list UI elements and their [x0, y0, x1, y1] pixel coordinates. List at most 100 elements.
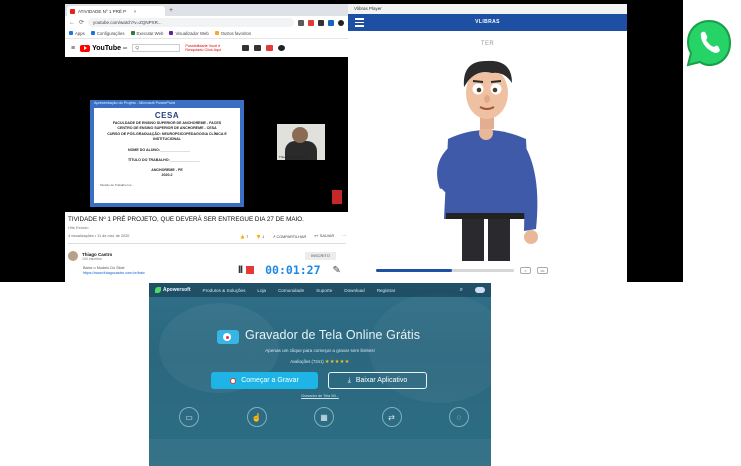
current-sign-word: TER: [480, 41, 495, 47]
subscribe-button[interactable]: INSCRITO: [304, 252, 336, 260]
search-icon[interactable]: ⌕: [460, 287, 463, 294]
nav-item[interactable]: Produtos & Soluções: [203, 288, 246, 293]
nav-item[interactable]: Suporte: [316, 288, 332, 293]
address-row: ← ⟳ youtube.com/watch?v=ZQNPXR...: [65, 16, 348, 29]
vlibras-progress-bar[interactable]: [375, 269, 514, 272]
extension-icon[interactable]: [318, 19, 324, 26]
subtitle-button[interactable]: cc: [536, 267, 548, 274]
nav-item[interactable]: Download: [344, 288, 364, 293]
bookmark-item[interactable]: Apps: [69, 31, 85, 36]
doc-line: FACULDADE DE ENSINO SUPERIOR DE ANCHOREM…: [112, 121, 222, 125]
youtube-favicon-icon: [70, 8, 75, 14]
channel-avatar[interactable]: [68, 251, 78, 261]
more-icon[interactable]: ···: [342, 234, 346, 239]
vlibras-window-title: Vlibras Player: [348, 4, 627, 14]
dislike-button[interactable]: 👎 1: [256, 234, 264, 239]
pause-button[interactable]: II: [238, 264, 243, 276]
avatar-belt: [446, 213, 530, 219]
like-button[interactable]: 👍 7: [240, 234, 248, 239]
browser-tab[interactable]: ATIVIDADE Nº 1 PRÉ P ×: [67, 6, 165, 16]
bookmark-item[interactable]: Outros favoritos: [214, 31, 251, 36]
youtube-alert-text[interactable]: Possibilidade Você é Resquiado Click Aqu…: [185, 44, 237, 52]
record-icon: [230, 377, 237, 384]
video-subtitle[interactable]: Hits Estudo: [68, 225, 88, 230]
extension-icon[interactable]: [328, 19, 334, 26]
nav-item[interactable]: Comunidade: [278, 288, 304, 293]
notifications-icon[interactable]: [266, 45, 274, 51]
feature-calendar-icon: ▦: [314, 407, 334, 427]
bottom-band: [149, 439, 491, 466]
avatar-pupil: [476, 87, 482, 93]
save-button[interactable]: ≡+ SALVAR: [314, 234, 334, 239]
avatar-hand: [524, 230, 538, 244]
video-actions: 👍 7 👎 1 ↗ COMPARTILHAR ≡+ SALVAR ···: [240, 234, 346, 239]
back-icon[interactable]: ←: [69, 20, 75, 26]
avatar[interactable]: [278, 45, 286, 51]
small-link[interactable]: Gravador de Tela Wi...: [149, 394, 491, 398]
vlibras-controls: ✋ × cc: [348, 261, 627, 280]
extension-icon[interactable]: [308, 19, 314, 26]
recording-timer: 00:01:27: [265, 263, 321, 277]
download-app-button[interactable]: ⤓ Baixar Aplicativo: [328, 372, 427, 389]
tab-close-icon[interactable]: ×: [129, 9, 141, 14]
feature-like-icon: ☝: [246, 407, 267, 427]
recorder-website: Apowersoft Produtos & Soluções Loja Comu…: [149, 283, 491, 466]
vlibras-brand: VLIBRAS: [475, 19, 500, 25]
share-button[interactable]: ↗ COMPARTILHAR: [272, 234, 306, 239]
video-views-date: 4 visualizações • 11 de mai. de 2020: [68, 234, 130, 238]
doc-field-name: NOME DO ALUNO:_______________: [128, 147, 190, 152]
speed-button[interactable]: ×: [519, 267, 531, 274]
nav-item[interactable]: Loja: [257, 288, 266, 293]
sign-language-avatar: [437, 60, 538, 261]
feature-icons: ▭ ☝ ▦ ⇄ ◌: [179, 407, 469, 427]
doc-city: ANCHOREME - PE: [151, 167, 183, 172]
hero-title: Gravador de Tela Online Grátis: [245, 328, 421, 342]
extension-icon[interactable]: [298, 19, 304, 26]
reload-icon[interactable]: ⟳: [79, 19, 84, 26]
cesa-logo: CESA: [154, 111, 180, 120]
avatar-nose: [484, 95, 490, 103]
feature-chat-icon: ◌: [449, 407, 469, 427]
screen: ATIVIDADE Nº 1 PRÉ P × + ← ⟳ youtube.com…: [0, 0, 741, 466]
description-link[interactable]: https://www.thiagocastro.com.br/baix: [83, 271, 145, 276]
bookmark-item[interactable]: Configurações: [90, 31, 125, 36]
new-tab-button[interactable]: +: [169, 6, 173, 16]
screen-recorder-icon: [217, 330, 239, 344]
channel-watermark: [332, 190, 342, 204]
doc-note: Modelo de Trabalho Ins...: [100, 183, 134, 188]
download-icon: ⤓: [347, 376, 351, 384]
avatar-pupil: [492, 87, 498, 93]
youtube-header: ≡ YouTube BR Q Possibilidade Você é Resq…: [65, 39, 348, 57]
vlibras-progress-fill: [375, 269, 452, 272]
youtube-logo[interactable]: YouTube BR: [80, 44, 127, 52]
vlibras-header: VLIBRAS: [348, 14, 627, 31]
language-toggle[interactable]: [475, 287, 485, 293]
doc-field-title: TÍTULO DO TRABALHO:_______________: [128, 157, 200, 162]
stop-button[interactable]: [246, 266, 255, 274]
tab-bar: ATIVIDADE Nº 1 PRÉ P × +: [65, 4, 348, 16]
address-bar[interactable]: youtube.com/watch?v=ZQNPXR...: [88, 18, 294, 27]
profile-avatar[interactable]: [338, 19, 344, 26]
menu-icon[interactable]: ≡: [71, 45, 75, 52]
bookmark-item[interactable]: Executar Web: [130, 31, 163, 36]
pen-icon[interactable]: ✎: [333, 265, 341, 276]
video-player[interactable]: Apresentação do Projeto - Microsoft Powe…: [65, 57, 348, 212]
channel-subscribers: 100 inscritos: [82, 256, 102, 261]
youtube-search-input[interactable]: Q: [132, 44, 181, 52]
doc-line: INSTITUCIONAL: [153, 137, 181, 142]
create-video-icon[interactable]: [242, 45, 250, 51]
site-logo[interactable]: Apowersoft: [155, 287, 191, 293]
screen-recorder-controls: II 00:01:27 ✎: [230, 260, 372, 280]
start-recording-button[interactable]: Começar a Gravar: [211, 372, 318, 389]
apps-icon[interactable]: [254, 45, 262, 51]
site-nav: Apowersoft Produtos & Soluções Loja Comu…: [149, 283, 491, 297]
channel-name[interactable]: Thiago Castro: [82, 252, 112, 257]
bookmark-item[interactable]: Visualizador Web: [169, 31, 209, 36]
nav-item[interactable]: Registrar: [377, 288, 396, 293]
doc-line: CURSO DE PÓS-GRADUAÇÃO: NEUROPSICOPEDAGO…: [107, 131, 227, 136]
browser-window: ATIVIDADE Nº 1 PRÉ P × + ← ⟳ youtube.com…: [65, 4, 348, 282]
webcam-overlay: Thiago Lucas Santos: [277, 124, 325, 160]
star-rating-icon: ★★★★★: [324, 359, 350, 365]
video-title: TIVIDADE Nº 1 PRÉ PROJETO, QUE DEVERÁ SE…: [68, 216, 304, 223]
presentation-slide: Apresentação do Projeto - Microsoft Powe…: [90, 100, 244, 207]
